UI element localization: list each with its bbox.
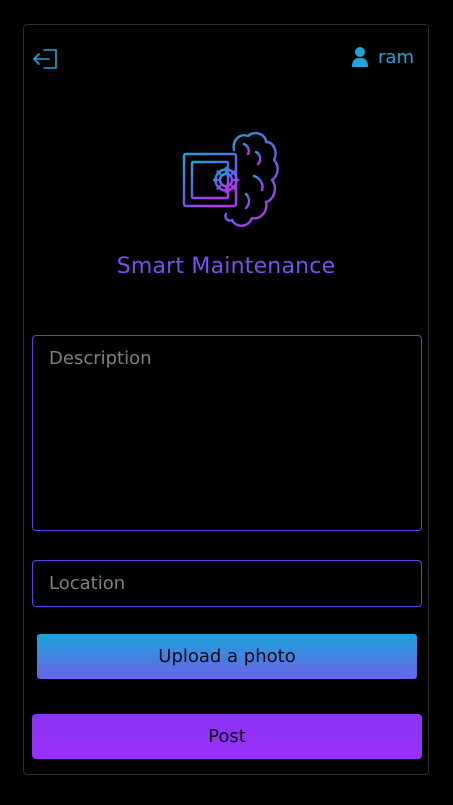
app-title: Smart Maintenance xyxy=(116,254,336,279)
logout-button[interactable] xyxy=(32,47,60,71)
description-field[interactable] xyxy=(32,335,422,531)
chip-brain-logo xyxy=(175,131,279,227)
main-card: ram Smart Maintenance Description Locati… xyxy=(23,24,429,775)
username: ram xyxy=(378,46,414,68)
user-menu[interactable]: ram xyxy=(351,46,414,68)
user-icon xyxy=(352,47,369,67)
upload-photo-button[interactable]: Upload a photo xyxy=(37,634,417,679)
location-field[interactable] xyxy=(32,560,422,607)
header: ram xyxy=(24,25,428,95)
post-button[interactable]: Post xyxy=(32,714,422,759)
logout-icon xyxy=(33,49,57,69)
